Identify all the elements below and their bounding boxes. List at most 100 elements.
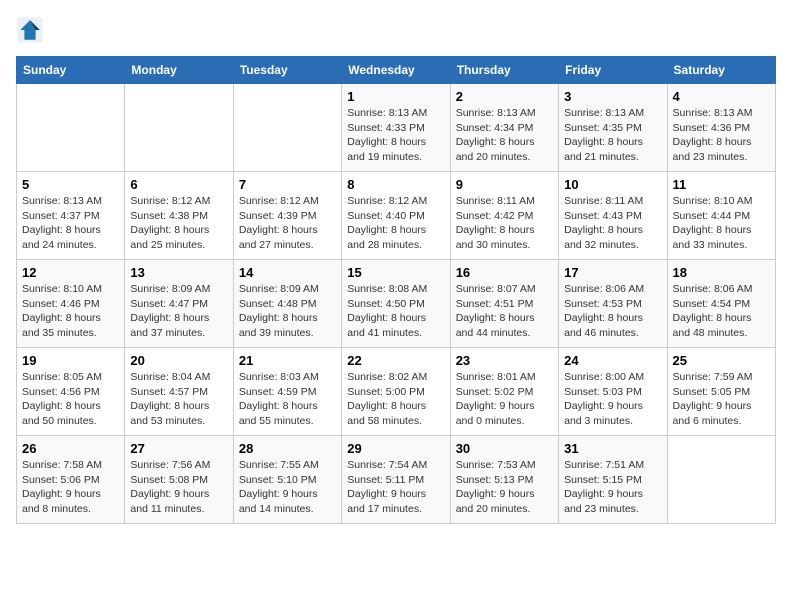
day-number: 28 bbox=[239, 441, 336, 456]
day-info: Sunrise: 8:13 AM Sunset: 4:34 PM Dayligh… bbox=[456, 106, 553, 165]
day-cell: 19 Sunrise: 8:05 AM Sunset: 4:56 PM Dayli… bbox=[17, 348, 125, 436]
day-info: Sunrise: 8:13 AM Sunset: 4:35 PM Dayligh… bbox=[564, 106, 661, 165]
day-number: 26 bbox=[22, 441, 119, 456]
day-cell: 22 Sunrise: 8:02 AM Sunset: 5:00 PM Dayli… bbox=[342, 348, 450, 436]
day-info: Sunrise: 8:10 AM Sunset: 4:46 PM Dayligh… bbox=[22, 282, 119, 341]
day-number: 25 bbox=[673, 353, 770, 368]
day-cell: 24 Sunrise: 8:00 AM Sunset: 5:03 PM Dayli… bbox=[559, 348, 667, 436]
day-number: 12 bbox=[22, 265, 119, 280]
day-cell: 7Sunrise: 8:12 AM Sunset: 4:39 PM Daylig… bbox=[233, 172, 341, 260]
day-number: 13 bbox=[130, 265, 227, 280]
day-info: Sunrise: 8:06 AM Sunset: 4:53 PM Dayligh… bbox=[564, 282, 661, 341]
week-row-4: 19 Sunrise: 8:05 AM Sunset: 4:56 PM Dayli… bbox=[17, 348, 776, 436]
day-info: Sunrise: 8:09 AM Sunset: 4:48 PM Dayligh… bbox=[239, 282, 336, 341]
day-number: 6 bbox=[130, 177, 227, 192]
day-info: Sunrise: 8:12 AM Sunset: 4:39 PM Dayligh… bbox=[239, 194, 336, 253]
day-cell: 14Sunrise: 8:09 AM Sunset: 4:48 PM Dayli… bbox=[233, 260, 341, 348]
logo bbox=[16, 16, 48, 44]
day-info: Sunrise: 7:55 AM Sunset: 5:10 PM Dayligh… bbox=[239, 458, 336, 517]
day-cell: 30 Sunrise: 7:53 AM Sunset: 5:13 PM Dayli… bbox=[450, 436, 558, 524]
day-number: 31 bbox=[564, 441, 661, 456]
day-info: Sunrise: 8:05 AM Sunset: 4:56 PM Dayligh… bbox=[22, 370, 119, 429]
day-cell bbox=[667, 436, 775, 524]
column-header-sunday: Sunday bbox=[17, 57, 125, 84]
day-cell: 25 Sunrise: 7:59 AM Sunset: 5:05 PM Dayli… bbox=[667, 348, 775, 436]
week-row-3: 12 Sunrise: 8:10 AM Sunset: 4:46 PM Dayli… bbox=[17, 260, 776, 348]
day-info: Sunrise: 7:59 AM Sunset: 5:05 PM Dayligh… bbox=[673, 370, 770, 429]
column-header-tuesday: Tuesday bbox=[233, 57, 341, 84]
day-info: Sunrise: 8:04 AM Sunset: 4:57 PM Dayligh… bbox=[130, 370, 227, 429]
day-info: Sunrise: 8:10 AM Sunset: 4:44 PM Dayligh… bbox=[673, 194, 770, 253]
day-number: 16 bbox=[456, 265, 553, 280]
day-number: 21 bbox=[239, 353, 336, 368]
day-cell bbox=[125, 84, 233, 172]
day-number: 15 bbox=[347, 265, 444, 280]
column-header-friday: Friday bbox=[559, 57, 667, 84]
day-info: Sunrise: 8:03 AM Sunset: 4:59 PM Dayligh… bbox=[239, 370, 336, 429]
day-info: Sunrise: 8:00 AM Sunset: 5:03 PM Dayligh… bbox=[564, 370, 661, 429]
day-number: 1 bbox=[347, 89, 444, 104]
column-header-saturday: Saturday bbox=[667, 57, 775, 84]
day-info: Sunrise: 8:07 AM Sunset: 4:51 PM Dayligh… bbox=[456, 282, 553, 341]
day-info: Sunrise: 8:12 AM Sunset: 4:40 PM Dayligh… bbox=[347, 194, 444, 253]
day-cell: 16 Sunrise: 8:07 AM Sunset: 4:51 PM Dayli… bbox=[450, 260, 558, 348]
day-number: 20 bbox=[130, 353, 227, 368]
day-cell: 13Sunrise: 8:09 AM Sunset: 4:47 PM Dayli… bbox=[125, 260, 233, 348]
day-cell: 27Sunrise: 7:56 AM Sunset: 5:08 PM Dayli… bbox=[125, 436, 233, 524]
day-number: 18 bbox=[673, 265, 770, 280]
day-cell: 6 Sunrise: 8:12 AM Sunset: 4:38 PM Daylig… bbox=[125, 172, 233, 260]
day-info: Sunrise: 8:13 AM Sunset: 4:37 PM Dayligh… bbox=[22, 194, 119, 253]
day-number: 22 bbox=[347, 353, 444, 368]
day-cell: 18 Sunrise: 8:06 AM Sunset: 4:54 PM Dayli… bbox=[667, 260, 775, 348]
day-info: Sunrise: 7:51 AM Sunset: 5:15 PM Dayligh… bbox=[564, 458, 661, 517]
day-number: 9 bbox=[456, 177, 553, 192]
day-number: 10 bbox=[564, 177, 661, 192]
day-cell bbox=[17, 84, 125, 172]
day-cell: 23Sunrise: 8:01 AM Sunset: 5:02 PM Dayli… bbox=[450, 348, 558, 436]
day-info: Sunrise: 8:12 AM Sunset: 4:38 PM Dayligh… bbox=[130, 194, 227, 253]
week-row-1: 1 Sunrise: 8:13 AM Sunset: 4:33 PM Daylig… bbox=[17, 84, 776, 172]
day-number: 3 bbox=[564, 89, 661, 104]
day-info: Sunrise: 8:11 AM Sunset: 4:42 PM Dayligh… bbox=[456, 194, 553, 253]
day-cell: 12 Sunrise: 8:10 AM Sunset: 4:46 PM Dayli… bbox=[17, 260, 125, 348]
day-cell: 1 Sunrise: 8:13 AM Sunset: 4:33 PM Daylig… bbox=[342, 84, 450, 172]
day-cell: 5Sunrise: 8:13 AM Sunset: 4:37 PM Daylig… bbox=[17, 172, 125, 260]
day-cell: 26Sunrise: 7:58 AM Sunset: 5:06 PM Dayli… bbox=[17, 436, 125, 524]
day-cell: 3 Sunrise: 8:13 AM Sunset: 4:35 PM Daylig… bbox=[559, 84, 667, 172]
day-number: 8 bbox=[347, 177, 444, 192]
day-cell: 21 Sunrise: 8:03 AM Sunset: 4:59 PM Dayli… bbox=[233, 348, 341, 436]
day-info: Sunrise: 8:02 AM Sunset: 5:00 PM Dayligh… bbox=[347, 370, 444, 429]
day-cell: 4 Sunrise: 8:13 AM Sunset: 4:36 PM Daylig… bbox=[667, 84, 775, 172]
day-info: Sunrise: 8:08 AM Sunset: 4:50 PM Dayligh… bbox=[347, 282, 444, 341]
day-number: 19 bbox=[22, 353, 119, 368]
day-cell: 15 Sunrise: 8:08 AM Sunset: 4:50 PM Dayli… bbox=[342, 260, 450, 348]
day-info: Sunrise: 8:06 AM Sunset: 4:54 PM Dayligh… bbox=[673, 282, 770, 341]
column-header-monday: Monday bbox=[125, 57, 233, 84]
day-number: 29 bbox=[347, 441, 444, 456]
day-cell bbox=[233, 84, 341, 172]
day-number: 23 bbox=[456, 353, 553, 368]
day-number: 4 bbox=[673, 89, 770, 104]
day-number: 30 bbox=[456, 441, 553, 456]
week-row-2: 5Sunrise: 8:13 AM Sunset: 4:37 PM Daylig… bbox=[17, 172, 776, 260]
day-cell: 28 Sunrise: 7:55 AM Sunset: 5:10 PM Dayli… bbox=[233, 436, 341, 524]
day-number: 17 bbox=[564, 265, 661, 280]
day-number: 24 bbox=[564, 353, 661, 368]
day-cell: 9 Sunrise: 8:11 AM Sunset: 4:42 PM Daylig… bbox=[450, 172, 558, 260]
day-cell: 10Sunrise: 8:11 AM Sunset: 4:43 PM Dayli… bbox=[559, 172, 667, 260]
day-cell: 20 Sunrise: 8:04 AM Sunset: 4:57 PM Dayli… bbox=[125, 348, 233, 436]
day-info: Sunrise: 8:13 AM Sunset: 4:33 PM Dayligh… bbox=[347, 106, 444, 165]
day-cell: 8 Sunrise: 8:12 AM Sunset: 4:40 PM Daylig… bbox=[342, 172, 450, 260]
day-cell: 31 Sunrise: 7:51 AM Sunset: 5:15 PM Dayli… bbox=[559, 436, 667, 524]
day-info: Sunrise: 8:13 AM Sunset: 4:36 PM Dayligh… bbox=[673, 106, 770, 165]
day-number: 11 bbox=[673, 177, 770, 192]
day-cell: 2 Sunrise: 8:13 AM Sunset: 4:34 PM Daylig… bbox=[450, 84, 558, 172]
day-number: 27 bbox=[130, 441, 227, 456]
day-number: 2 bbox=[456, 89, 553, 104]
header-row: SundayMondayTuesdayWednesdayThursdayFrid… bbox=[17, 57, 776, 84]
day-info: Sunrise: 7:53 AM Sunset: 5:13 PM Dayligh… bbox=[456, 458, 553, 517]
day-cell: 29Sunrise: 7:54 AM Sunset: 5:11 PM Dayli… bbox=[342, 436, 450, 524]
column-header-thursday: Thursday bbox=[450, 57, 558, 84]
day-cell: 11 Sunrise: 8:10 AM Sunset: 4:44 PM Dayli… bbox=[667, 172, 775, 260]
column-header-wednesday: Wednesday bbox=[342, 57, 450, 84]
